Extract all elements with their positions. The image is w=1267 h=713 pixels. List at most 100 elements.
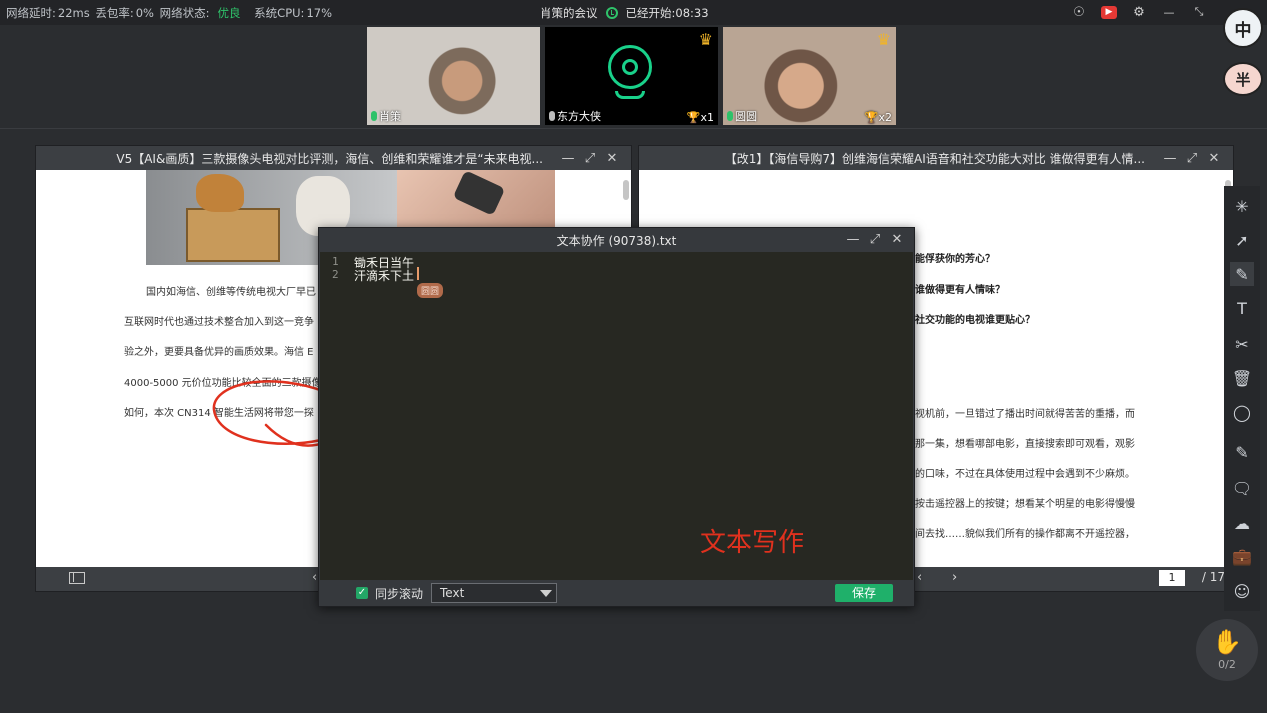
close-button[interactable]: ✕ [1203, 151, 1225, 166]
trophy-badge: 🏆x1 [686, 111, 714, 124]
text-line: 4000-5000 元价位功能比较全面的三款摄像 [124, 378, 322, 389]
minimize-button[interactable]: — [842, 232, 864, 247]
crown-icon: ♛ [698, 30, 713, 49]
tool-palette: ✳ ➚ ✎ T ✂ 🗑 ◯ ✎ 🗨 ☁ 💼 ☺ [1224, 186, 1260, 611]
sync-scroll-checkbox[interactable]: ✓ [356, 587, 368, 599]
window-titlebar[interactable]: 【改1】【海信导购7】创维海信荣耀AI语音和社交功能大对比 谁做得更有人情...… [639, 146, 1233, 170]
top-status-bar: 网络延时: 22ms 丢包率: 0% 网络状态: 优良 系统CPU: 17% 肖策的会议… [0, 0, 1267, 25]
text-line: 的口味，不过在具体使用过程中会遇到不少麻烦。 [915, 469, 1135, 480]
video-strip: 肖策 ♛ 东方大侠 🏆x1 ♛ 圆圆 🏆x2 [367, 27, 896, 125]
language-select[interactable]: Text [431, 583, 557, 603]
tile-name: 圆圆 [727, 108, 757, 124]
page-number-input[interactable]: 1 [1159, 570, 1185, 586]
divider [0, 128, 1267, 129]
text-line: 国内如海信、创维等传统电视大厂早已 [146, 287, 316, 298]
scrollbar-thumb[interactable] [623, 180, 629, 200]
toolbox-icon[interactable]: 💼 [1230, 544, 1254, 568]
note-icon[interactable]: ✎ [1230, 440, 1254, 464]
close-button[interactable]: ✕ [886, 232, 908, 247]
loss-value: 0% [135, 6, 154, 20]
text-line: 如何，本次 CN314 智能生活网将带您一探 [124, 408, 314, 419]
crown-icon: ♛ [876, 30, 891, 49]
line-number: 2 [332, 268, 339, 281]
cloud-icon[interactable]: ☁ [1230, 511, 1254, 535]
text-editor-area[interactable]: 1 2 锄禾日当午 汗滴禾下土 圆圆 文本写作 [320, 252, 913, 582]
record-icon[interactable]: ▶ [1101, 5, 1117, 19]
shape-tool-icon[interactable]: ◯ [1230, 400, 1254, 424]
tile-name: 东方大侠 [549, 108, 601, 124]
clock-icon [605, 7, 618, 19]
editor-line[interactable]: 汗滴禾下土 [354, 267, 414, 284]
video-tile-xiaoce[interactable]: 肖策 [367, 27, 540, 125]
language-value: Text [440, 586, 465, 600]
heading-line: 谁做得更有人情味？ [915, 285, 1005, 296]
meeting-info: 肖策的会议 已经开始: 08:33 [540, 5, 709, 21]
minimize-button[interactable]: — [557, 151, 579, 166]
text-line: 间去找……貌似我们所有的操作都离不开遥控器， [915, 529, 1135, 540]
text-collab-window[interactable]: 文本协作 (90738).txt — ⤢ ✕ 1 2 锄禾日当午 汗滴禾下土 圆… [318, 227, 915, 607]
remote-cursor [417, 267, 419, 280]
select-arrow-icon[interactable]: ➚ [1230, 228, 1254, 252]
latency-label: 网络延时: [6, 6, 56, 20]
latency-value: 22ms [57, 6, 90, 20]
mic-on-icon [371, 111, 377, 121]
trophy-badge: 🏆x2 [864, 111, 892, 124]
network-state-value: 优良 [217, 6, 241, 20]
video-tile-dongfang[interactable]: ♛ 东方大侠 🏆x1 [545, 27, 718, 125]
cpu-label: 系统CPU: [254, 6, 305, 20]
ime-width-badge[interactable]: 半 [1223, 62, 1263, 96]
settings-gear-icon[interactable]: ⚙ [1131, 4, 1147, 20]
restore-button[interactable]: ⤢ [579, 151, 601, 166]
text-tool-icon[interactable]: T [1230, 296, 1254, 320]
scissors-icon[interactable]: ✂ [1230, 332, 1254, 356]
remote-cursor-label: 圆圆 [417, 283, 444, 298]
people-icon[interactable]: ☺ [1230, 579, 1254, 603]
raise-hand-button[interactable]: ✋ 0/2 [1196, 619, 1258, 681]
page-total: / 17 [1201, 570, 1225, 584]
network-stats: 网络延时: 22ms 丢包率: 0% 网络状态: 优良 系统CPU: 17% [6, 5, 334, 21]
minimize-button[interactable]: — [1159, 151, 1181, 166]
restore-button[interactable]: ⤢ [864, 232, 886, 247]
sync-scroll-label: 同步滚动 [375, 587, 424, 601]
prev-page-button[interactable]: ‹ [312, 570, 317, 585]
participants-icon[interactable]: ☉ [1071, 4, 1087, 20]
editor-toolbar: ✓ 同步滚动 Text 保存 [319, 580, 914, 606]
text-line: 视机前，一旦错过了播出时间就得苦苦的重播，而 [915, 409, 1135, 420]
chat-icon[interactable]: 🗨 [1230, 476, 1254, 500]
meeting-started-label: 已经开始: [625, 6, 676, 20]
mic-on-icon [727, 111, 733, 121]
text-line: 按击遥控器上的按键；想看某个明星的电影得慢慢 [915, 499, 1135, 510]
prev-page-button[interactable]: ‹ [917, 570, 922, 585]
tile-name: 肖策 [371, 108, 401, 124]
window-titlebar[interactable]: 文本协作 (90738).txt — ⤢ ✕ [319, 228, 914, 252]
laser-pointer-icon[interactable]: ✳ [1230, 194, 1254, 218]
top-right-icons: ☉ ▶ ⚙ — ⤡ [1071, 4, 1207, 20]
text-line: 互联网时代也通过技术整合加入到这一竞争 [124, 317, 314, 328]
next-page-button[interactable]: › [952, 570, 957, 585]
meeting-name: 肖策的会议 [540, 6, 598, 20]
video-tile-yuanyuan[interactable]: ♛ 圆圆 🏆x2 [723, 27, 896, 125]
ime-mode-badge[interactable]: 中 [1223, 8, 1263, 48]
network-state-label: 网络状态: [159, 6, 210, 20]
line-number: 1 [332, 255, 339, 268]
heading-line: 社交功能的电视谁更贴心？ [915, 315, 1035, 326]
heading-line: 能俘获你的芳心？ [915, 254, 995, 265]
raise-hand-count: 0/2 [1218, 657, 1236, 671]
trash-icon[interactable]: 🗑 [1230, 366, 1254, 390]
sidebar-toggle-icon[interactable] [69, 572, 85, 584]
chevron-down-icon [540, 590, 552, 597]
loss-label: 丢包率: [95, 6, 134, 20]
camera-off-icon [608, 45, 652, 89]
fullscreen-icon[interactable]: ⤡ [1191, 4, 1207, 20]
annotation-text: 文本写作 [700, 528, 805, 558]
text-line: 那一集，想看哪部电影，直接搜索即可观看，观影 [915, 439, 1135, 450]
restore-button[interactable]: ⤢ [1181, 151, 1203, 166]
window-titlebar[interactable]: V5【AI&画质】三款摄像头电视对比评测，海信、创维和荣耀谁才是“未来电视...… [36, 146, 631, 170]
pen-icon[interactable]: ✎ [1230, 262, 1254, 286]
save-button[interactable]: 保存 [835, 584, 893, 602]
minimize-icon[interactable]: — [1161, 4, 1177, 20]
close-button[interactable]: ✕ [601, 151, 623, 166]
cpu-value: 17% [306, 6, 332, 20]
text-line: 验之外，更要具备优异的画质效果。海信 E [124, 347, 314, 358]
hand-icon: ✋ [1212, 627, 1242, 656]
